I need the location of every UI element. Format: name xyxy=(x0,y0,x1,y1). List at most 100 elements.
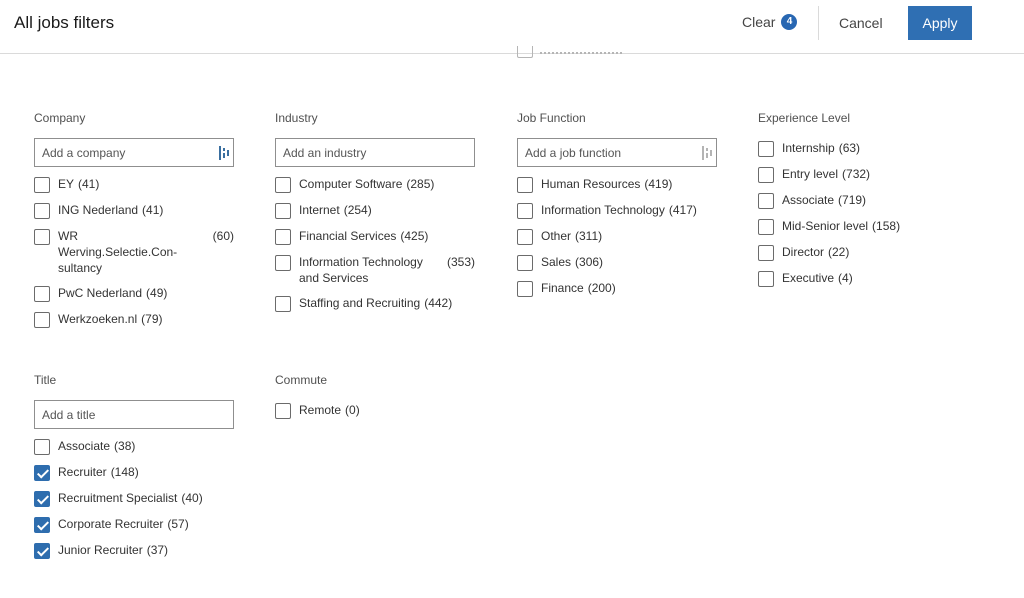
filters-header: All jobs filters Clear 4 Cancel Apply xyxy=(0,0,1024,54)
option-count: (148) xyxy=(110,465,139,479)
title-option[interactable]: Recruitment Specialist (40) xyxy=(34,490,234,507)
industry-section: Industry Computer Software(285) Internet(… xyxy=(275,111,475,312)
option-label: WR Werving.Selectie.Con-sultancy xyxy=(58,229,178,275)
option-label: Financial Services xyxy=(299,229,397,243)
option-count: (41) xyxy=(142,203,164,217)
option-label: Information Technology and Services xyxy=(299,255,423,285)
cancel-button[interactable]: Cancel xyxy=(839,15,883,31)
option-label: Entry level xyxy=(782,167,839,181)
industry-option[interactable]: Staffing and Recruiting (442) xyxy=(275,295,475,312)
option-count: (200) xyxy=(587,281,616,295)
header-divider xyxy=(818,6,819,40)
clear-label: Clear xyxy=(742,14,776,30)
checkbox-checked[interactable] xyxy=(34,491,50,507)
company-options: EY (41) ING Nederland (41) WR Werving.Select… xyxy=(34,176,234,328)
checkbox-checked[interactable] xyxy=(34,517,50,533)
checkbox[interactable] xyxy=(275,255,291,271)
experience-options: Internship (63) Entry level (732) Associate(… xyxy=(758,140,900,287)
job-function-label: Job Function xyxy=(517,111,586,125)
checkbox[interactable] xyxy=(34,286,50,302)
checkbox-checked[interactable] xyxy=(34,543,50,559)
checkbox[interactable] xyxy=(275,229,291,245)
checkbox[interactable] xyxy=(275,203,291,219)
option-count: (425) xyxy=(400,229,429,243)
experience-option[interactable]: Entry level (732) xyxy=(758,166,900,183)
industry-label: Industry xyxy=(275,111,318,125)
company-option[interactable]: PwC Nederland (49) xyxy=(34,285,234,302)
experience-option[interactable]: Internship (63) xyxy=(758,140,900,157)
option-count: (417) xyxy=(668,203,697,217)
option-count: (22) xyxy=(828,245,850,259)
industry-option[interactable]: Information Technology and Services (353) xyxy=(275,254,475,286)
checkbox[interactable] xyxy=(517,229,533,245)
industry-option[interactable]: Computer Software (285) xyxy=(275,176,475,193)
job-function-option[interactable]: Finance (200) xyxy=(517,280,717,297)
checkbox[interactable] xyxy=(758,193,774,209)
checkbox-checked[interactable] xyxy=(34,465,50,481)
checkbox[interactable] xyxy=(758,219,774,235)
checkbox[interactable] xyxy=(34,312,50,328)
industry-option[interactable]: Financial Services (425) xyxy=(275,228,475,245)
scrolled-checkbox-partial[interactable] xyxy=(517,46,533,58)
company-option[interactable]: EY (41) xyxy=(34,176,234,193)
job-function-option[interactable]: Sales (306) xyxy=(517,254,717,271)
option-count: (732) xyxy=(842,167,871,181)
job-function-option[interactable]: Information Technology (417) xyxy=(517,202,717,219)
experience-option[interactable]: Mid-Senior level (158) xyxy=(758,218,900,235)
checkbox[interactable] xyxy=(758,245,774,261)
checkbox[interactable] xyxy=(275,296,291,312)
title-input-wrapper xyxy=(34,400,234,429)
option-count: (60) xyxy=(212,229,234,243)
checkbox[interactable] xyxy=(34,229,50,245)
title-option[interactable]: Junior Recruiter (37) xyxy=(34,542,234,559)
option-count: (719) xyxy=(838,193,867,207)
job-function-input[interactable] xyxy=(518,139,716,166)
checkbox[interactable] xyxy=(517,177,533,193)
option-label: Associate xyxy=(782,193,835,207)
industry-input-wrapper xyxy=(275,138,475,167)
commute-options: Remote (0) xyxy=(275,402,360,419)
checkbox[interactable] xyxy=(34,203,50,219)
title-options: Associate (38) Recruiter (148) Recruitment S… xyxy=(34,438,234,559)
experience-option[interactable]: Associate (719) xyxy=(758,192,900,209)
experience-option[interactable]: Director (22) xyxy=(758,244,900,261)
option-label: Werkzoeken.nl xyxy=(58,312,138,326)
checkbox[interactable] xyxy=(275,403,291,419)
checkbox[interactable] xyxy=(517,203,533,219)
option-label: Recruiter xyxy=(58,465,107,479)
checkbox[interactable] xyxy=(758,167,774,183)
checkbox[interactable] xyxy=(758,271,774,287)
page-title: All jobs filters xyxy=(14,13,115,32)
checkbox[interactable] xyxy=(275,177,291,193)
company-option[interactable]: Werkzoeken.nl (79) xyxy=(34,311,234,328)
experience-option[interactable]: Executive (4) xyxy=(758,270,900,287)
clear-button[interactable]: Clear 4 xyxy=(742,14,798,30)
option-label: Internship xyxy=(782,141,835,155)
checkbox[interactable] xyxy=(34,439,50,455)
checkbox[interactable] xyxy=(34,177,50,193)
industry-option[interactable]: Internet (254) xyxy=(275,202,475,219)
option-label: Information Technology xyxy=(541,203,665,217)
job-function-option[interactable]: Human Resources (419) xyxy=(517,176,717,193)
checkbox[interactable] xyxy=(517,281,533,297)
checkbox[interactable] xyxy=(517,255,533,271)
option-label: ING Nederland xyxy=(58,203,139,217)
checkbox[interactable] xyxy=(758,141,774,157)
title-option[interactable]: Recruiter (148) xyxy=(34,464,234,481)
commute-label: Commute xyxy=(275,373,328,387)
title-input[interactable] xyxy=(35,401,233,428)
option-count: (419) xyxy=(644,177,673,191)
title-option[interactable]: Corporate Recruiter (57) xyxy=(34,516,234,533)
apply-button[interactable]: Apply xyxy=(908,6,972,40)
company-label: Company xyxy=(34,111,86,125)
typeahead-icon xyxy=(219,146,229,160)
job-function-option[interactable]: Other (311) xyxy=(517,228,717,245)
option-count: (285) xyxy=(406,177,435,191)
option-count: (311) xyxy=(575,229,603,243)
company-option[interactable]: ING Nederland (41) xyxy=(34,202,234,219)
commute-option[interactable]: Remote (0) xyxy=(275,402,360,419)
title-option[interactable]: Associate (38) xyxy=(34,438,234,455)
industry-input[interactable] xyxy=(276,139,474,166)
company-input[interactable] xyxy=(35,139,233,166)
company-option[interactable]: WR Werving.Selectie.Con-sultancy (60) xyxy=(34,228,234,276)
